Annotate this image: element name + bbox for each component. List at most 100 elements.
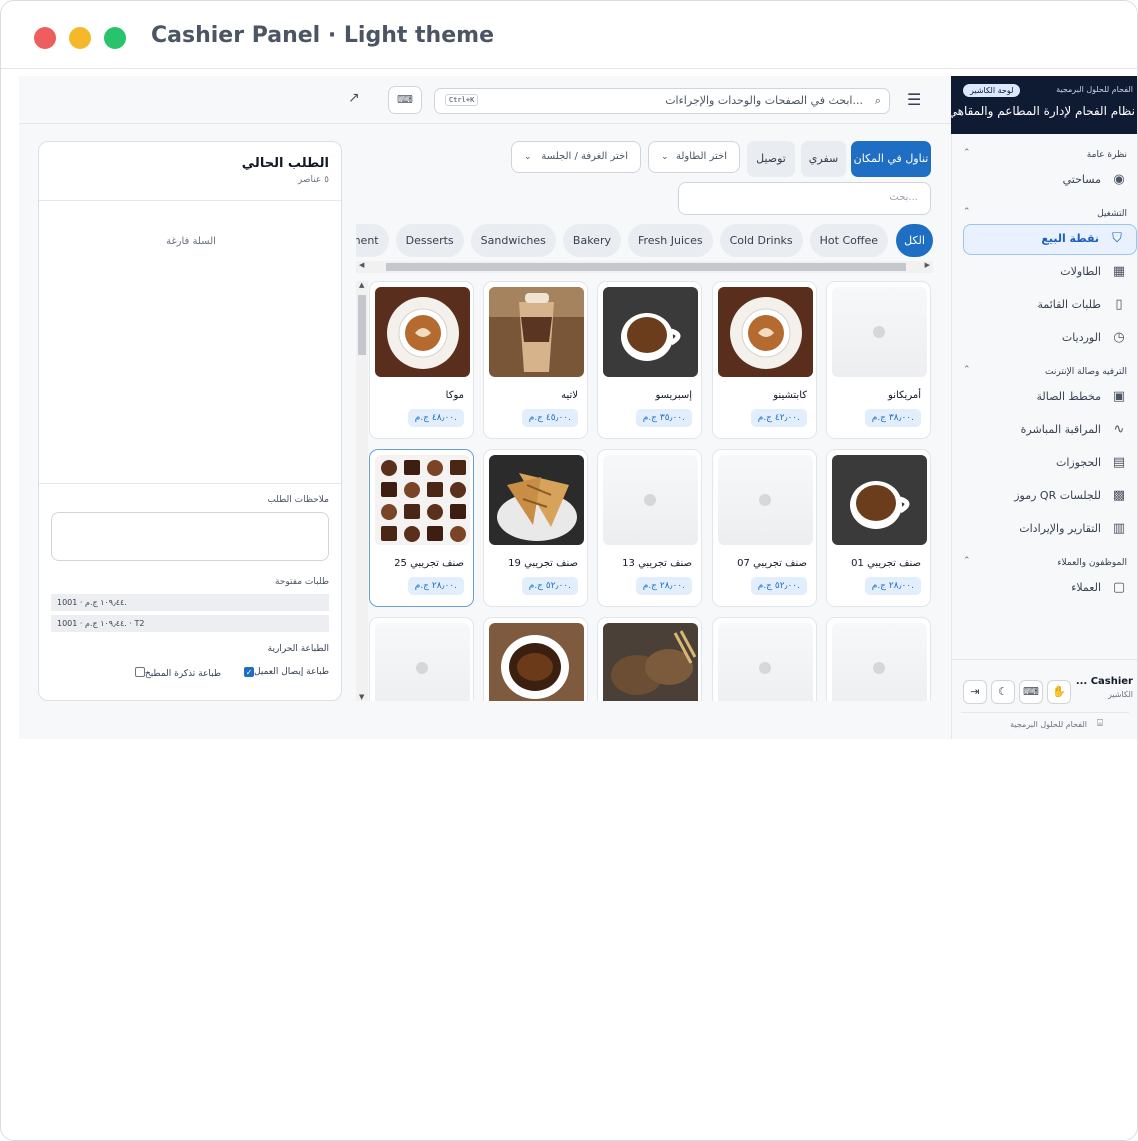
sidebar-group-label: الترفيه وصالة الإنترنت [1045,367,1127,377]
shortcut-hint: Ctrl+K [445,94,479,106]
sidebar-item[interactable]: ▩ رموز QR للجلسات [951,480,1137,513]
chevron-up-icon[interactable]: ⌃ [963,148,971,158]
global-search-input[interactable]: ⌕ ابحث في الصفحات والوحدات والإجراءات...… [434,88,890,114]
touch-mode-button[interactable]: ✋ [1047,680,1071,704]
keyboard-button[interactable]: ⌨ [388,86,422,114]
order-title: الطلب الحالي [241,156,329,171]
sidebar-group-header[interactable]: نظرة عامة ⌃ [951,142,1137,164]
room-select-label: اختر الغرفة / الجلسة [541,151,628,162]
category-chip[interactable]: Hot Coffee [809,224,888,257]
product-card[interactable] [712,617,817,701]
print-receipt-label: طباعة إيصال العميل [254,667,329,677]
category-chip[interactable]: الكل [896,224,933,257]
product-price: ٢٨٫٠٠ ج.م. [407,577,464,595]
open-order-row[interactable]: 1001 · ١٠٩٫٤٤ ج.م. · T2 [51,615,329,632]
sidebar-item[interactable]: ∿ المراقبة المباشرة [951,414,1137,447]
logout-icon: ⇥ [970,685,980,698]
product-card[interactable]: صنف تجريبي 25 ٢٨٫٠٠ ج.م. [369,449,474,607]
theme-toggle-button[interactable]: ☾ [991,680,1015,704]
clock-icon: ◷ [1113,330,1125,345]
product-search-input[interactable]: بحث... [678,182,931,215]
scrollbar-thumb[interactable] [358,295,366,355]
print-receipt-checkbox[interactable]: ✓ طباعة إيصال العميل [240,667,329,677]
open-order-row[interactable]: 1001 · ١٠٩٫٤٤ ج.م. [51,594,329,611]
room-select[interactable]: اختر الغرفة / الجلسة ⌄ [511,141,641,173]
sidebar-item[interactable]: ▤ الحجوزات [951,447,1137,480]
external-link-icon[interactable]: ↗ [348,90,360,106]
product-card[interactable]: إسبريسو ٣٥٫٠٠ ج.م. [597,281,702,439]
category-chip[interactable]: Entertainment [356,224,389,257]
chevron-up-icon[interactable]: ⌃ [963,365,971,375]
menu-icon[interactable]: ☰ [907,90,921,109]
sidebar-item[interactable]: ⛉ نقطة البيع [953,223,1137,256]
sidebar-item[interactable]: ▣ مخطط الصالة [951,381,1137,414]
sidebar-item[interactable]: ▢ العملاء [951,572,1137,605]
product-card[interactable]: صنف تجريبي 01 ٢٨٫٠٠ ج.م. [826,449,931,607]
delivery-button[interactable]: توصيل [747,141,795,177]
product-card[interactable]: كابتشينو ٤٢٫٠٠ ج.م. [712,281,817,439]
empty-cart-message: السلة فارغة [166,236,216,247]
order-item-count: ٥ عناصر [297,175,329,185]
product-card[interactable]: لاتيه ٤٥٫٠٠ ج.م. [483,281,588,439]
checkbox-unchecked-icon[interactable] [134,667,145,677]
sidebar-group-header[interactable]: الموظفون والعملاء ⌃ [951,550,1137,572]
maximize-window-button[interactable] [104,27,126,49]
product-image [489,287,584,377]
print-kitchen-checkbox[interactable]: طباعة تذكرة المطبخ [131,667,221,679]
product-card[interactable] [826,617,931,701]
scrollbar-thumb[interactable] [386,263,906,271]
product-card[interactable] [483,617,588,701]
sidebar-item[interactable]: ▥ التقارير والإيرادات [951,513,1137,546]
takeaway-button[interactable]: سفري [801,141,846,177]
sidebar-group-header[interactable]: الترفيه وصالة الإنترنت ⌃ [951,359,1137,381]
sidebar-item-label: الطاولات [1060,265,1101,278]
product-price: ٣٨٫٠٠ ج.م. [864,409,921,427]
product-image [375,287,470,377]
table-select[interactable]: اختر الطاولة ⌄ [648,141,740,173]
image-placeholder-icon [416,662,428,674]
product-card[interactable]: موكا ٤٨٫٠٠ ج.م. [369,281,474,439]
product-grid-scrollbar[interactable]: ▲ ▼ [356,281,368,701]
chevron-up-icon[interactable]: ⌃ [963,556,971,566]
category-scrollbar[interactable]: ◀ ▶ [356,261,933,273]
chevron-up-icon[interactable]: ⌃ [963,207,971,217]
sidebar-item[interactable]: ▯ طلبات القائمة [951,289,1137,322]
keyboard-button[interactable]: ⌨ [1019,680,1043,704]
product-name: صنف تجريبي 25 [394,558,464,569]
minimize-window-button[interactable] [69,27,91,49]
open-orders-label: طلبات مفتوحة [274,577,329,587]
product-card[interactable]: أمريكانو ٣٨٫٠٠ ج.م. [826,281,931,439]
sidebar-item[interactable]: ◉ مساحتي [951,164,1137,197]
scroll-up-icon[interactable]: ▲ [359,281,364,289]
product-price: ٤٢٫٠٠ ج.م. [750,409,807,427]
grid-icon: ▦ [1112,264,1126,279]
dine-in-button[interactable]: تناول في المكان [851,141,931,177]
sidebar-nav: نظرة عامة ⌃ ◉ مساحتي التشغيل ⌃ ⛉ نقطة البيع ▦ الط… [951,142,1137,609]
product-card[interactable] [597,617,702,701]
order-notes-input[interactable] [51,512,329,561]
checkbox-checked-icon[interactable]: ✓ [244,667,255,677]
global-search-placeholder: ابحث في الصفحات والوحدات والإجراءات... [665,94,863,107]
scroll-down-icon[interactable]: ▼ [359,693,364,701]
close-window-button[interactable] [34,27,56,49]
sidebar-item[interactable]: ◷ الورديات [951,322,1137,355]
product-card[interactable]: صنف تجريبي 07 ٥٢٫٠٠ ج.م. [712,449,817,607]
product-card[interactable]: صنف تجريبي 13 ٢٨٫٠٠ ج.م. [597,449,702,607]
sidebar-item[interactable]: ▦ الطاولات [951,256,1137,289]
category-chip[interactable]: Cold Drinks [719,224,803,257]
product-card[interactable] [369,617,474,701]
category-chip[interactable]: Bakery [562,224,621,257]
category-chip[interactable]: Sandwiches [470,224,556,257]
print-kitchen-label: طباعة تذكرة المطبخ [144,669,221,679]
image-placeholder-icon [873,326,885,338]
product-card[interactable]: صنف تجريبي 19 ٥٢٫٠٠ ج.م. [483,449,588,607]
category-chip[interactable]: Desserts [395,224,464,257]
product-search-placeholder: بحث... [889,192,918,203]
sidebar-group-header[interactable]: التشغيل ⌃ [951,201,1137,223]
image-placeholder-icon [759,494,771,506]
category-chip[interactable]: Fresh Juices [627,224,713,257]
scroll-right-icon[interactable]: ▶ [925,261,930,269]
logout-button[interactable]: ⇥ [963,680,987,704]
brand-name: نظام الفحام لإدارة المطاعم والمقاهي [947,104,1135,118]
scroll-left-icon[interactable]: ◀ [359,261,364,269]
